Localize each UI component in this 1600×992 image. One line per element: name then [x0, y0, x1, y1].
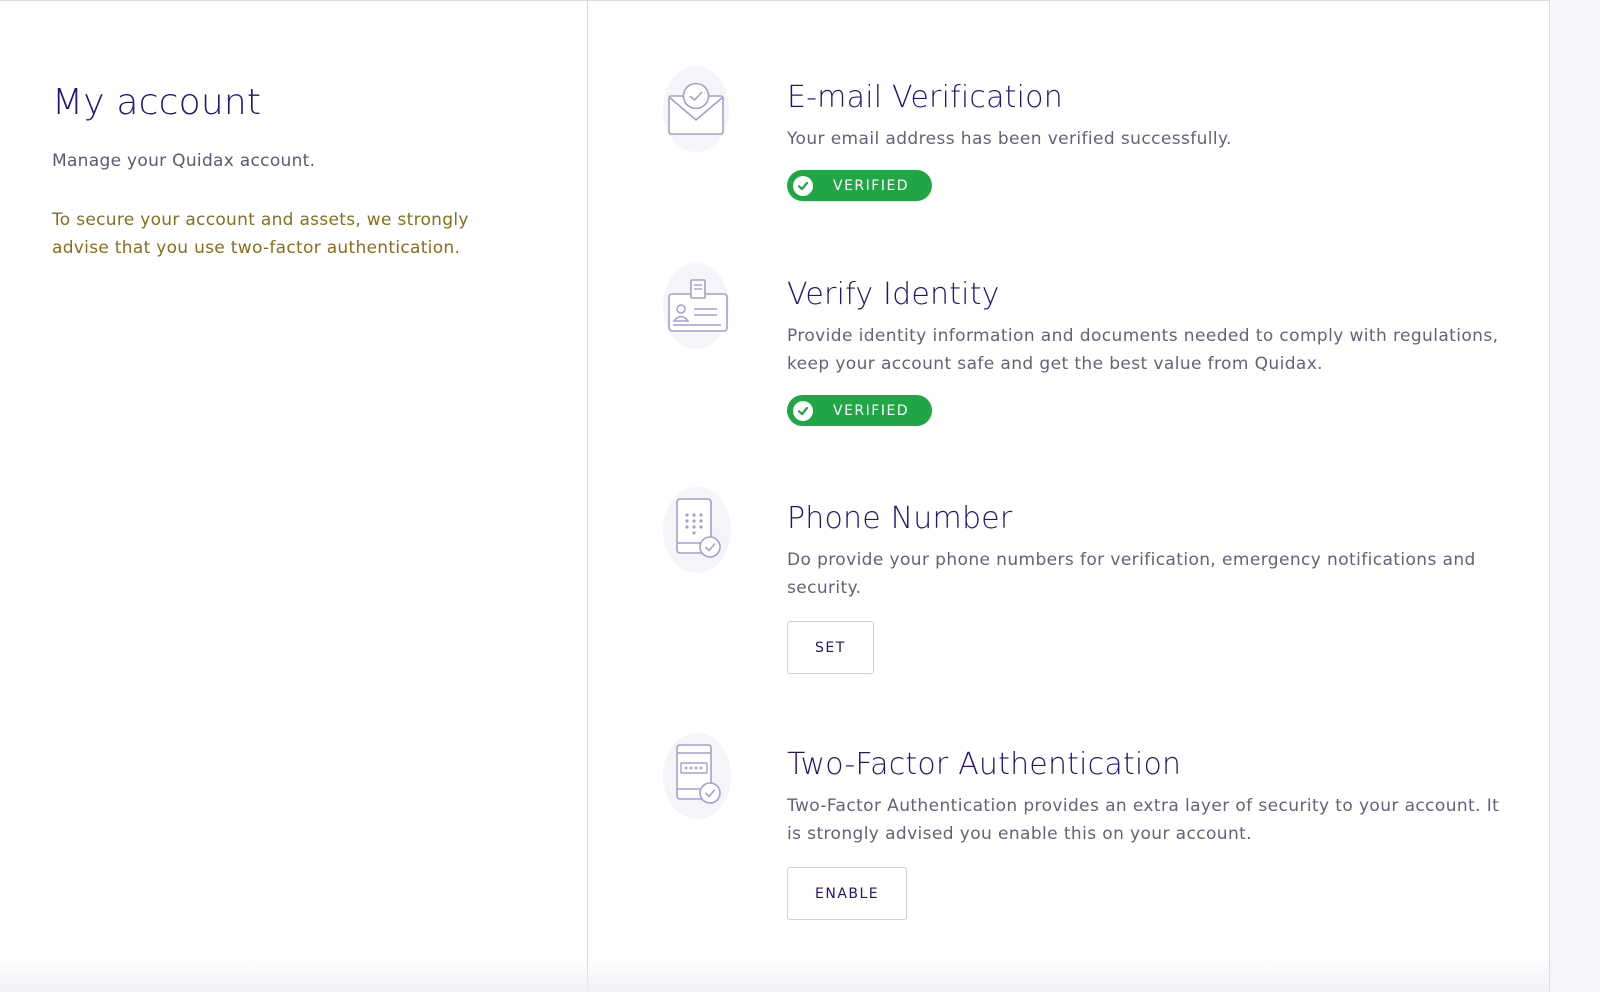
email-verification-content: E-mail Verification Your email address h…	[787, 80, 1507, 201]
account-intro-panel: My account Manage your Quidax account. T…	[0, 0, 588, 992]
email-verification-description: Your email address has been verified suc…	[787, 129, 1232, 149]
enable-2fa-button[interactable]: ENABLE	[787, 867, 908, 920]
id-card-icon	[661, 263, 731, 351]
two-factor-description: Two-Factor Authentication provides an ex…	[787, 796, 1500, 844]
email-verification-title: E-mail Verification	[787, 80, 1063, 115]
security-tip: To secure your account and assets, we st…	[52, 210, 469, 258]
page-title: My account	[52, 82, 262, 123]
identity-status-label: VERIFIED	[833, 402, 910, 419]
verify-identity-content: Verify Identity Provide identity informa…	[787, 277, 1507, 426]
account-security-panel: E-mail Verification Your email address h…	[589, 0, 1549, 992]
verify-identity-title: Verify Identity	[787, 277, 1000, 312]
two-factor-content: Two-Factor Authentication Two-Factor Aut…	[787, 747, 1507, 920]
phone-number-title: Phone Number	[787, 501, 1013, 536]
phone-password-check-icon	[661, 733, 731, 821]
verify-identity-description: Provide identity information and documen…	[787, 326, 1499, 374]
phone-keypad-check-icon	[661, 487, 731, 575]
two-factor-title: Two-Factor Authentication	[787, 747, 1182, 782]
envelope-check-icon	[661, 66, 731, 154]
set-phone-button[interactable]: SET	[787, 621, 874, 674]
scroll-gutter	[1549, 0, 1600, 992]
identity-verified-badge: VERIFIED	[787, 395, 932, 426]
phone-number-content: Phone Number Do provide your phone numbe…	[787, 501, 1507, 674]
email-verified-badge: VERIFIED	[787, 170, 932, 201]
account-settings-page: My account Manage your Quidax account. T…	[0, 0, 1600, 992]
email-status-label: VERIFIED	[833, 177, 910, 194]
check-circle-icon	[793, 400, 813, 421]
check-circle-icon	[793, 175, 813, 196]
page-subtitle: Manage your Quidax account.	[52, 151, 316, 171]
phone-number-description: Do provide your phone numbers for verifi…	[787, 550, 1476, 598]
